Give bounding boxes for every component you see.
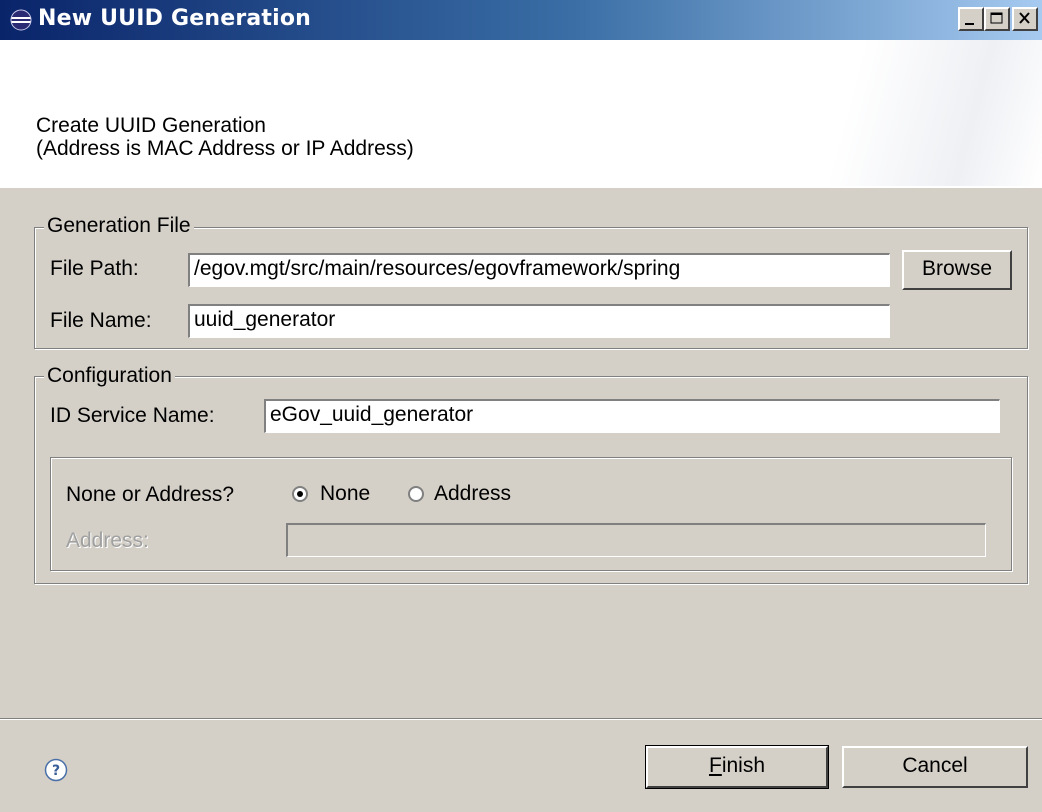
finish-mnemonic: F — [708, 754, 722, 777]
id-service-name-input[interactable]: eGov_uuid_generator — [264, 399, 1000, 433]
maximize-icon — [990, 12, 1003, 24]
footer-divider — [0, 718, 1042, 720]
file-path-input[interactable]: /egov.mgt/src/main/resources/egovframewo… — [188, 253, 890, 287]
eclipse-icon — [10, 9, 32, 31]
banner-description: (Address is MAC Address or IP Address) — [36, 137, 414, 160]
help-icon[interactable]: ? — [44, 758, 68, 782]
banner-divider — [0, 186, 1042, 188]
file-path-label: File Path: — [50, 257, 139, 280]
title-bar[interactable]: New UUID Generation — [0, 0, 1042, 40]
file-name-label: File Name: — [50, 309, 152, 332]
svg-text:?: ? — [52, 763, 60, 779]
id-service-name-label: ID Service Name: — [50, 404, 215, 427]
radio-none-label[interactable]: None — [320, 482, 370, 506]
finish-button[interactable]: Finish — [645, 745, 829, 789]
file-name-input[interactable]: uuid_generator — [188, 304, 890, 338]
browse-button[interactable]: Browse — [902, 250, 1012, 290]
close-button[interactable] — [1012, 7, 1038, 31]
minimize-button[interactable] — [958, 7, 984, 31]
close-icon — [1019, 12, 1030, 24]
radio-selected-dot — [297, 491, 303, 497]
cancel-button[interactable]: Cancel — [842, 746, 1028, 788]
generation-file-legend: Generation File — [44, 214, 194, 238]
dialog-window: New UUID Generation Create UUID Generati… — [0, 0, 1042, 812]
window-title: New UUID Generation — [38, 6, 312, 31]
address-label: Address: — [66, 529, 149, 552]
header-banner: Create UUID Generation (Address is MAC A… — [0, 40, 1042, 187]
finish-label-rest: inish — [721, 754, 766, 777]
radio-address-label[interactable]: Address — [434, 482, 511, 506]
address-input[interactable] — [286, 523, 986, 557]
mode-question-label: None or Address? — [66, 483, 235, 506]
radio-address[interactable] — [408, 486, 424, 502]
radio-none[interactable] — [292, 486, 308, 502]
minimize-icon — [965, 23, 974, 25]
configuration-legend: Configuration — [44, 364, 175, 388]
maximize-button[interactable] — [984, 7, 1010, 31]
banner-title: Create UUID Generation — [36, 114, 266, 137]
